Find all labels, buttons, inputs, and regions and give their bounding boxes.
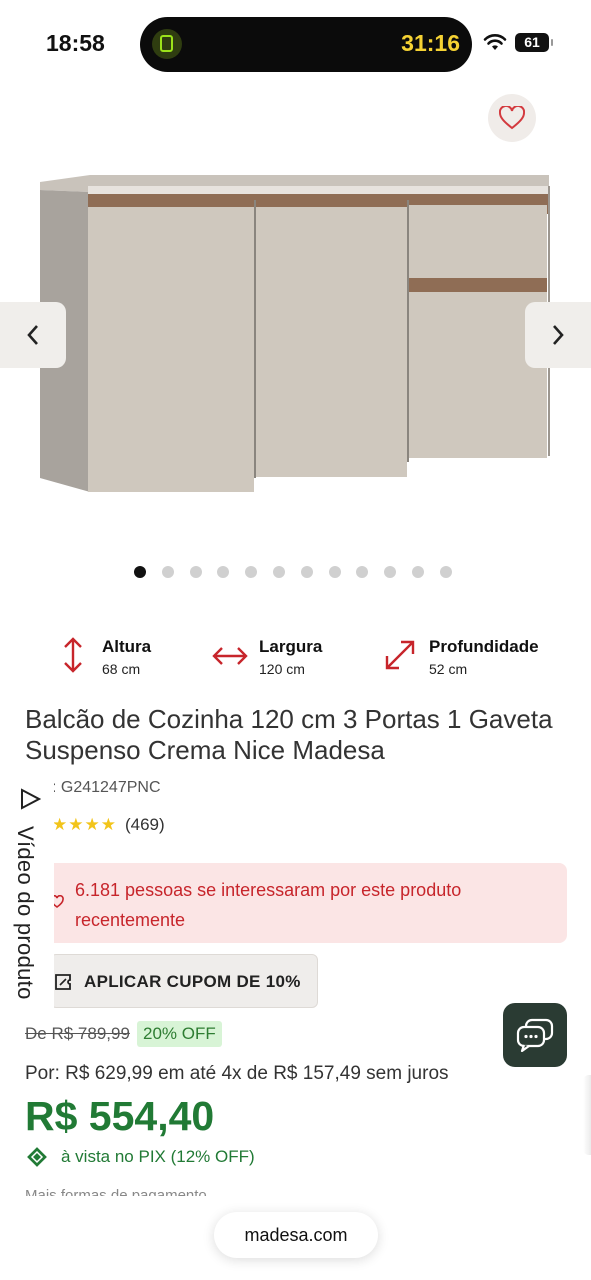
carousel-dot[interactable] [134, 566, 146, 578]
rating-stars: ★★★★ [52, 815, 117, 834]
url-bar[interactable]: madesa.com [214, 1212, 378, 1258]
edge-panel-handle[interactable] [583, 1075, 591, 1155]
carousel-dot[interactable] [300, 566, 313, 578]
coupon-icon [55, 974, 71, 990]
activity-icon [152, 29, 182, 59]
favorite-button[interactable] [488, 94, 536, 142]
old-price: De R$ 789,99 [25, 1024, 130, 1043]
carousel-dot[interactable] [384, 566, 397, 578]
carousel-dot[interactable] [272, 566, 285, 578]
rating[interactable]: ★★★★ (469) [52, 815, 165, 835]
rating-count: (469) [124, 815, 165, 834]
carousel-dot[interactable] [328, 566, 341, 578]
pix-row: à vista no PIX (12% OFF) [25, 1145, 255, 1169]
carousel-dot[interactable] [189, 566, 202, 578]
discount-badge: 20% OFF [137, 1021, 222, 1047]
chevron-left-icon [27, 325, 38, 345]
battery-icon: 61 [515, 33, 553, 52]
wifi-icon [483, 34, 507, 50]
status-time: 18:58 [46, 30, 105, 56]
dimension-value: 52 cm [429, 661, 468, 677]
island-timer: 31:16 [401, 30, 460, 56]
carousel-dot[interactable] [439, 566, 452, 578]
pix-icon [27, 1147, 47, 1167]
pix-text: à vista no PIX (12% OFF) [61, 1147, 255, 1166]
diagonal-arrows-icon [385, 640, 415, 670]
product-title: Balcão de Cozinha 120 cm 3 Portas 1 Gave… [25, 704, 553, 765]
next-image-button[interactable] [525, 302, 591, 368]
installments-text: Por: R$ 629,99 em até 4x de R$ 157,49 se… [25, 1063, 449, 1084]
more-payment-link[interactable]: Mais formas de pagamento [25, 1186, 207, 1196]
dimensions-row: Altura 68 cm Largura 120 cm Profundidade… [0, 633, 591, 683]
previous-image-button[interactable] [0, 302, 66, 368]
carousel-dot[interactable] [356, 566, 369, 578]
apply-coupon-button[interactable]: APLICAR CUPOM DE 10% [50, 954, 318, 1008]
chevron-right-icon [553, 325, 564, 345]
price: R$ 554,40 [25, 1093, 215, 1139]
carousel-dot[interactable] [161, 566, 174, 578]
dimension-label: Altura [102, 637, 152, 656]
interest-text: 6.181 pessoas se interessaram por este p… [75, 880, 462, 930]
dimension-value: 68 cm [102, 661, 141, 677]
video-tab-label[interactable]: Vídeo do produto [12, 826, 38, 1000]
chat-button[interactable] [503, 1003, 567, 1067]
dynamic-island: 31:16 [140, 17, 472, 72]
carousel-dot[interactable] [411, 566, 424, 578]
carousel-dot[interactable] [217, 566, 230, 578]
dimension-value: 120 cm [259, 661, 305, 677]
chat-icon [516, 1018, 554, 1052]
dimension-label: Largura [259, 637, 323, 656]
carousel-dots [134, 566, 468, 578]
dimension-label: Profundidade [429, 637, 539, 656]
vertical-arrows-icon [64, 637, 82, 673]
heart-icon [499, 106, 525, 130]
coupon-label: APLICAR CUPOM DE 10% [84, 972, 301, 991]
play-icon [21, 788, 41, 810]
horizontal-arrows-icon [212, 647, 248, 665]
product-image[interactable] [0, 150, 591, 550]
interest-banner: 6.181 pessoas se interessaram por este p… [46, 863, 567, 943]
carousel-dot[interactable] [245, 566, 258, 578]
product-sku: : G241247PNC [52, 779, 161, 796]
